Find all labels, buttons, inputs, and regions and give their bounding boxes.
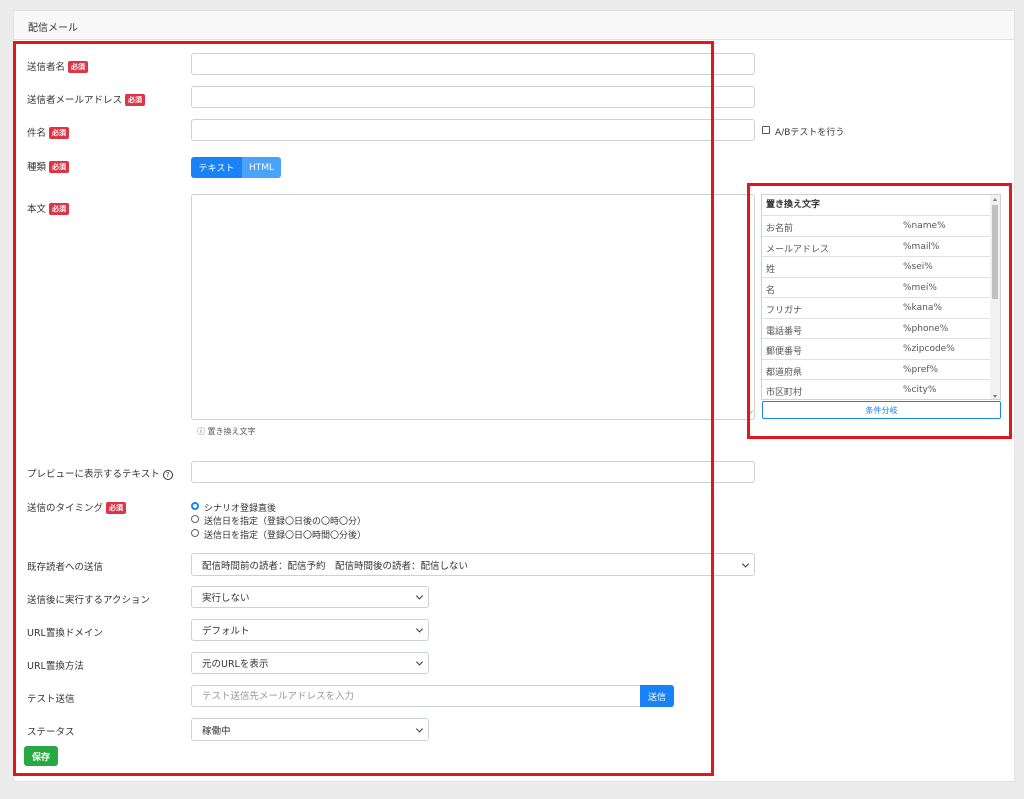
highlight-box-form — [13, 41, 714, 776]
highlight-box-replace-panel — [747, 183, 1012, 439]
chevron-down-icon — [741, 559, 750, 568]
ab-test-label: A/Bテストを行う — [775, 128, 845, 138]
page-title: 配信メール — [28, 23, 78, 34]
ab-test-checkbox[interactable] — [762, 126, 770, 134]
card-header: 配信メール — [14, 11, 1014, 40]
